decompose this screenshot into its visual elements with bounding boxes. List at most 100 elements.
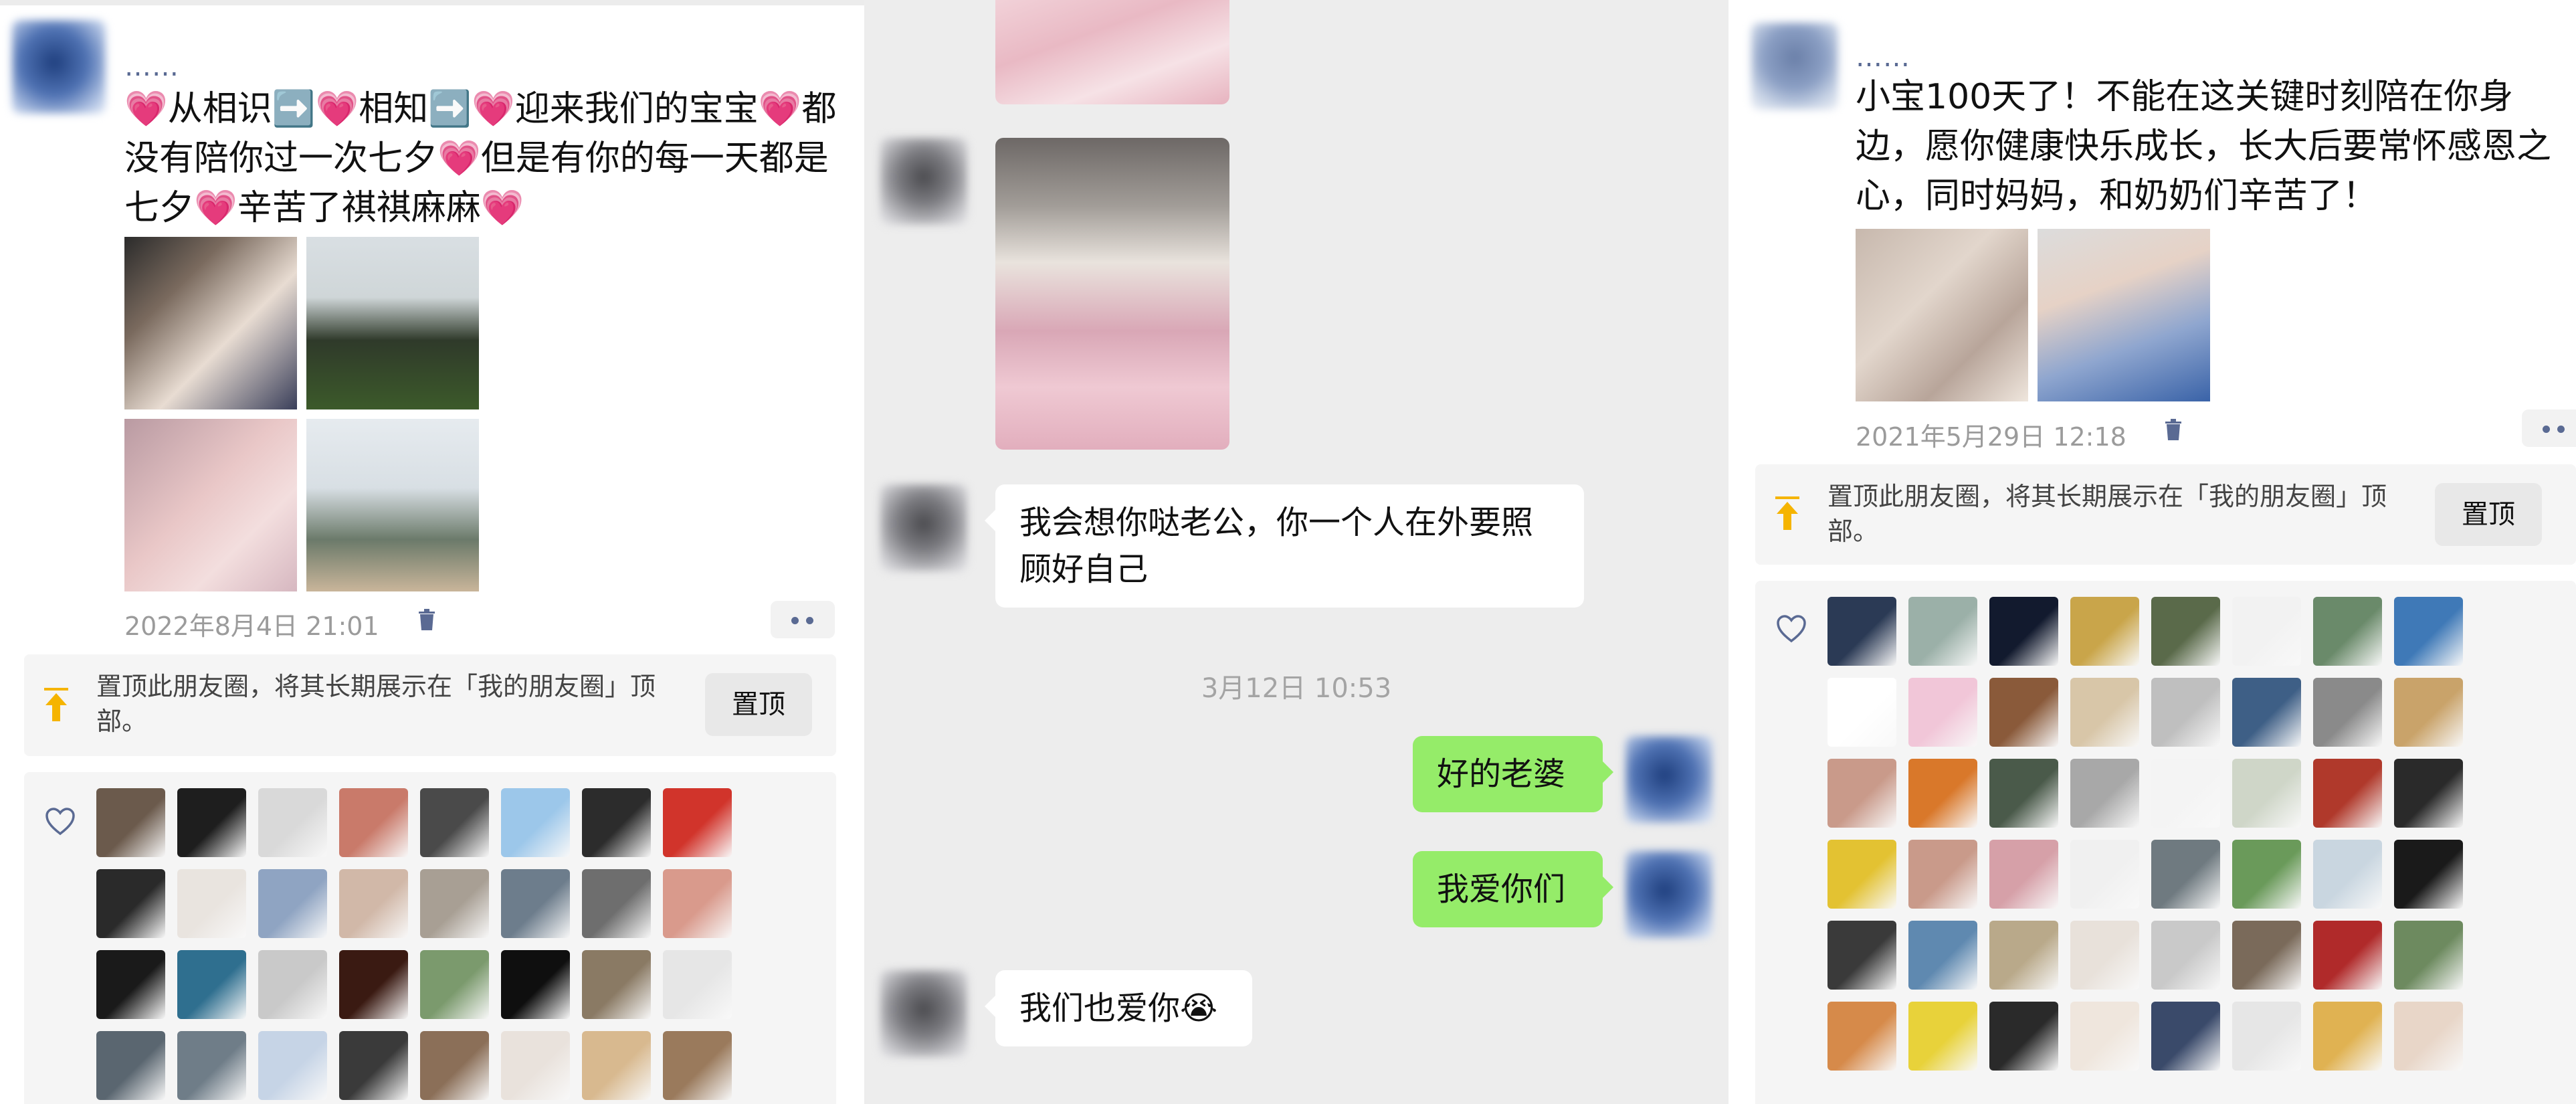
avatar[interactable] xyxy=(1625,736,1712,823)
avatar[interactable] xyxy=(880,484,967,571)
post-photo[interactable] xyxy=(124,419,297,591)
liker-avatar[interactable] xyxy=(2232,759,2301,828)
nickname[interactable]: …… xyxy=(1856,44,1910,71)
liker-avatar[interactable] xyxy=(663,950,732,1019)
liker-avatar[interactable] xyxy=(501,950,570,1019)
liker-avatar[interactable] xyxy=(1908,840,1977,909)
liker-avatar[interactable] xyxy=(2232,597,2301,666)
more-dots-icon[interactable] xyxy=(2522,409,2576,447)
liker-avatar[interactable] xyxy=(339,1031,408,1100)
liker-avatar[interactable] xyxy=(1908,597,1977,666)
liker-avatar[interactable] xyxy=(2313,921,2382,990)
liker-avatar[interactable] xyxy=(96,869,165,938)
trash-icon[interactable] xyxy=(2163,418,2183,442)
liker-avatar[interactable] xyxy=(339,788,408,857)
liker-avatar[interactable] xyxy=(2151,921,2220,990)
avatar[interactable] xyxy=(1625,851,1712,938)
trash-icon[interactable] xyxy=(417,608,437,632)
liker-avatar[interactable] xyxy=(501,788,570,857)
liker-avatar[interactable] xyxy=(2151,840,2220,909)
pin-button[interactable]: 置顶 xyxy=(2435,483,2542,546)
liker-avatar[interactable] xyxy=(2394,597,2463,666)
message-bubble[interactable]: 我会想你哒老公，你一个人在外要照顾好自己 xyxy=(985,484,1584,608)
liker-avatar[interactable] xyxy=(501,869,570,938)
liker-avatar[interactable] xyxy=(2070,921,2139,990)
liker-avatar[interactable] xyxy=(1989,678,2058,747)
liker-avatar[interactable] xyxy=(582,1031,651,1100)
liker-avatar[interactable] xyxy=(2151,759,2220,828)
message-bubble[interactable]: 我爱你们 xyxy=(1413,851,1613,927)
liker-avatar[interactable] xyxy=(177,788,246,857)
pin-button[interactable]: 置顶 xyxy=(705,673,812,736)
liker-avatar[interactable] xyxy=(2313,678,2382,747)
liker-avatar[interactable] xyxy=(2232,840,2301,909)
post-photo[interactable] xyxy=(124,237,297,409)
nickname[interactable]: …… xyxy=(124,54,179,80)
liker-avatar[interactable] xyxy=(2394,759,2463,828)
liker-avatar[interactable] xyxy=(420,788,489,857)
liker-avatar[interactable] xyxy=(1908,921,1977,990)
liker-avatar[interactable] xyxy=(2070,840,2139,909)
liker-avatar[interactable] xyxy=(258,950,327,1019)
liker-avatar[interactable] xyxy=(258,1031,327,1100)
liker-avatar[interactable] xyxy=(2394,840,2463,909)
liker-avatar[interactable] xyxy=(2151,1002,2220,1071)
liker-avatar[interactable] xyxy=(96,788,165,857)
liker-avatar[interactable] xyxy=(177,869,246,938)
liker-avatar[interactable] xyxy=(2151,678,2220,747)
liker-avatar[interactable] xyxy=(2313,840,2382,909)
liker-avatar[interactable] xyxy=(1908,678,1977,747)
liker-avatar[interactable] xyxy=(501,1031,570,1100)
liker-avatar[interactable] xyxy=(663,869,732,938)
liker-avatar[interactable] xyxy=(663,1031,732,1100)
liker-avatar[interactable] xyxy=(1827,678,1896,747)
post-photo[interactable] xyxy=(306,419,479,591)
liker-avatar[interactable] xyxy=(1989,597,2058,666)
liker-avatar[interactable] xyxy=(1989,1002,2058,1071)
liker-avatar[interactable] xyxy=(2070,1002,2139,1071)
liker-avatar[interactable] xyxy=(420,950,489,1019)
liker-avatar[interactable] xyxy=(1989,921,2058,990)
liker-avatar[interactable] xyxy=(2232,921,2301,990)
avatar[interactable] xyxy=(880,970,967,1057)
liker-avatar[interactable] xyxy=(2070,597,2139,666)
liker-avatar[interactable] xyxy=(582,950,651,1019)
liker-avatar[interactable] xyxy=(2313,759,2382,828)
liker-avatar[interactable] xyxy=(1827,840,1896,909)
liker-avatar[interactable] xyxy=(2232,1002,2301,1071)
liker-avatar[interactable] xyxy=(1989,840,2058,909)
liker-avatar[interactable] xyxy=(2151,597,2220,666)
liker-avatar[interactable] xyxy=(1908,1002,1977,1071)
liker-avatar[interactable] xyxy=(339,950,408,1019)
liker-avatar[interactable] xyxy=(2394,921,2463,990)
chat-image[interactable] xyxy=(995,0,1229,104)
liker-avatar[interactable] xyxy=(96,1031,165,1100)
liker-avatar[interactable] xyxy=(258,788,327,857)
liker-avatar[interactable] xyxy=(420,1031,489,1100)
liker-avatar[interactable] xyxy=(582,788,651,857)
liker-avatar[interactable] xyxy=(339,869,408,938)
liker-avatar[interactable] xyxy=(1908,759,1977,828)
liker-avatar[interactable] xyxy=(2313,597,2382,666)
message-bubble[interactable]: 好的老婆 xyxy=(1413,736,1613,812)
liker-avatar[interactable] xyxy=(2232,678,2301,747)
liker-avatar[interactable] xyxy=(177,950,246,1019)
liker-avatar[interactable] xyxy=(1827,759,1896,828)
liker-avatar[interactable] xyxy=(1827,1002,1896,1071)
post-photo[interactable] xyxy=(2038,229,2210,401)
liker-avatar[interactable] xyxy=(2313,1002,2382,1071)
liker-avatar[interactable] xyxy=(582,869,651,938)
liker-avatar[interactable] xyxy=(420,869,489,938)
message-bubble[interactable]: 我们也爱你😭 xyxy=(985,970,1252,1046)
liker-avatar[interactable] xyxy=(2394,678,2463,747)
liker-avatar[interactable] xyxy=(1827,921,1896,990)
liker-avatar[interactable] xyxy=(1989,759,2058,828)
post-photo[interactable] xyxy=(1856,229,2028,401)
avatar[interactable] xyxy=(880,138,967,225)
liker-avatar[interactable] xyxy=(1827,597,1896,666)
more-dots-icon[interactable] xyxy=(771,601,835,638)
liker-avatar[interactable] xyxy=(2394,1002,2463,1071)
chat-image[interactable] xyxy=(995,138,1229,450)
liker-avatar[interactable] xyxy=(2070,759,2139,828)
liker-avatar[interactable] xyxy=(2070,678,2139,747)
